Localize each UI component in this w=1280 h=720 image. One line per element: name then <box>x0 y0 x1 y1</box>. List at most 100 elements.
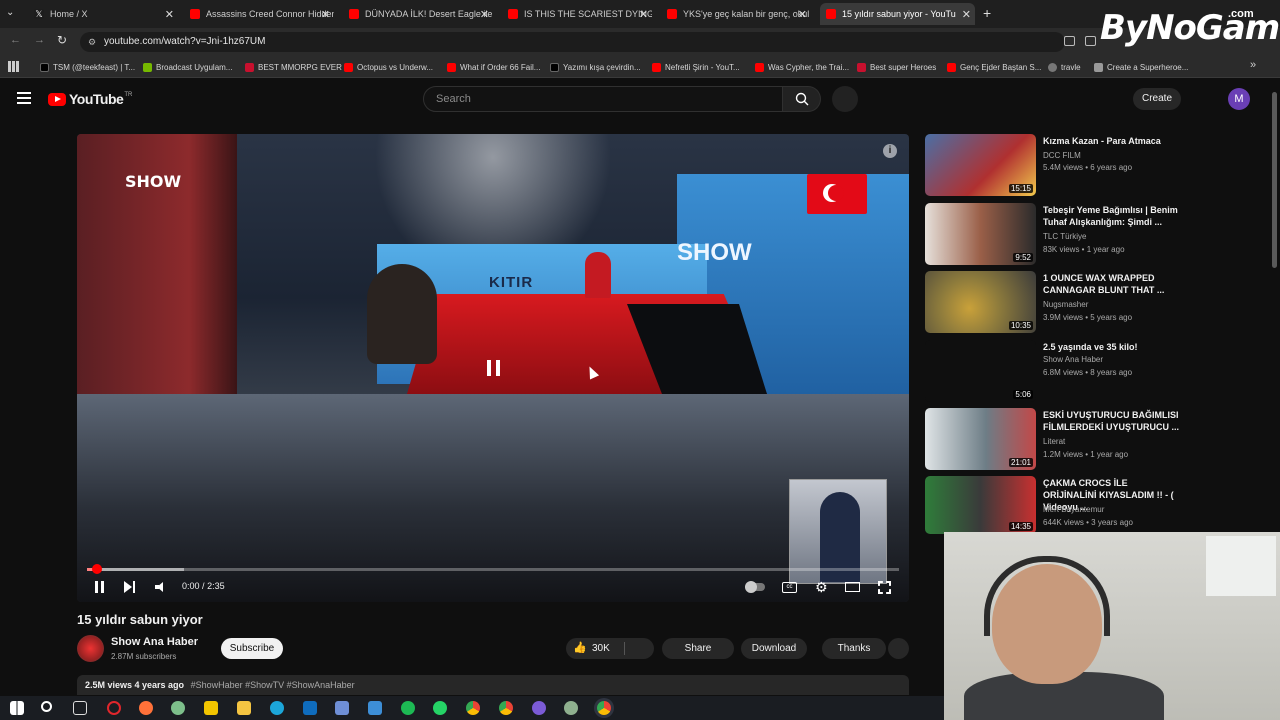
close-icon[interactable]: ✕ <box>639 8 648 21</box>
browser-tab-home-x[interactable]: 𝕏 Home / X ✕ <box>28 3 178 25</box>
close-icon[interactable]: ✕ <box>321 8 330 21</box>
recommendation-item[interactable]: 14:35 ÇAKMA CROCS İLE ORİJİNALİNİ KIYASL… <box>925 476 1185 534</box>
search-input[interactable]: Search <box>423 86 783 112</box>
app-icon[interactable] <box>171 701 185 715</box>
browser-tab-sabun[interactable]: 15 yıldır sabun yiyor - YouTu ✕ <box>820 3 975 25</box>
app-icon[interactable] <box>532 701 546 715</box>
bookmark-item[interactable]: Create a Superheroe... <box>1094 60 1188 74</box>
autoplay-toggle[interactable] <box>745 578 765 596</box>
recommendation-channel[interactable]: TLC Türkiye <box>1043 232 1086 241</box>
create-button[interactable]: Create <box>1133 88 1181 110</box>
search-button[interactable] <box>783 86 821 112</box>
recommendation-channel[interactable]: Mert Bayantemur <box>1043 505 1104 514</box>
bookmark-item[interactable]: Nefretli Şirin - YouT... <box>652 60 740 74</box>
app-icon[interactable] <box>368 701 382 715</box>
windows-start-icon[interactable] <box>10 701 24 715</box>
recommendation-channel[interactable]: DCC FILM <box>1043 151 1081 160</box>
site-info-icon[interactable]: ⚙ <box>88 32 96 52</box>
opera-icon[interactable] <box>107 701 121 715</box>
captions-button[interactable]: cc <box>782 578 797 596</box>
bookmark-item[interactable]: Broadcast Uygulam... <box>143 60 232 74</box>
bookmark-item[interactable]: Was Cypher, the Trai... <box>755 60 849 74</box>
back-icon[interactable]: ← <box>10 34 21 46</box>
subscribe-button[interactable]: Subscribe <box>221 638 283 659</box>
recommendation-title[interactable]: ESKİ UYUŞTURUCU BAĞIMLISI FİLMLERDEKİ UY… <box>1043 409 1183 433</box>
recommendation-item[interactable]: 9:52 Tebeşir Yeme Bağımlısı | Benim Tuha… <box>925 203 1185 267</box>
recommendation-item[interactable]: 15:15 Kızma Kazan - Para Atmaca DCC FILM… <box>925 134 1185 198</box>
theater-mode-button[interactable] <box>845 578 860 596</box>
bookmark-item[interactable]: TSM (@teekfeast) | T... <box>40 60 135 74</box>
voice-search-button[interactable] <box>832 86 858 112</box>
tab-search-icon[interactable]: ⌄ <box>6 7 20 21</box>
spotify-icon[interactable] <box>401 701 415 715</box>
recommendation-channel[interactable]: Literat <box>1043 437 1065 446</box>
recommendation-item[interactable]: 21:01 ESKİ UYUŞTURUCU BAĞIMLISI FİLMLERD… <box>925 408 1185 472</box>
bookmarks-overflow-icon[interactable]: » <box>1250 59 1256 71</box>
youtube-logo[interactable]: YouTube TR <box>48 91 132 107</box>
recommendation-thumbnail[interactable]: 21:01 <box>925 408 1036 470</box>
close-icon[interactable]: ✕ <box>480 8 489 21</box>
channel-name[interactable]: Show Ana Haber <box>111 636 198 648</box>
share-button[interactable]: Share <box>662 638 734 659</box>
recommendation-thumbnail[interactable]: 14:35 <box>925 476 1036 534</box>
store-icon[interactable] <box>204 701 218 715</box>
taskbar-search-icon[interactable] <box>41 701 52 712</box>
info-icon[interactable]: i <box>883 144 897 158</box>
description-tags[interactable]: #ShowHaber #ShowTV #ShowAnaHaber <box>191 680 355 690</box>
bookmark-item[interactable]: travle <box>1048 60 1081 74</box>
dislike-button[interactable] <box>628 638 652 659</box>
page-scrollbar[interactable] <box>1272 92 1277 268</box>
thanks-button[interactable]: Thanks <box>822 638 886 659</box>
browser-tab-assassins[interactable]: Assassins Creed Connor Hidden ✕ <box>184 3 334 25</box>
reload-icon[interactable]: ↻ <box>57 33 67 47</box>
channel-avatar[interactable] <box>77 635 104 662</box>
next-button[interactable] <box>124 578 136 596</box>
whatsapp-icon[interactable] <box>433 701 447 715</box>
pause-button[interactable] <box>95 578 105 596</box>
recommendation-thumbnail[interactable]: 10:35 <box>925 271 1036 333</box>
account-avatar[interactable]: M <box>1228 88 1250 110</box>
outlook-icon[interactable] <box>303 701 317 715</box>
apps-grid-icon[interactable] <box>8 61 19 72</box>
recommendation-channel[interactable]: Nugsmasher <box>1043 300 1088 309</box>
app-icon[interactable] <box>335 701 349 715</box>
recommendation-thumbnail[interactable]: 5:06 <box>925 340 1036 402</box>
recommendation-title[interactable]: Kızma Kazan - Para Atmaca <box>1043 135 1183 147</box>
description-box[interactable]: 2.5M views 4 years ago #ShowHaber #ShowT… <box>77 675 909 695</box>
video-player[interactable]: KITIR SHOW SHOW i 0:00 / 2:35 cc ⚙ <box>77 134 909 602</box>
translate-icon[interactable] <box>1085 36 1096 46</box>
edge-icon[interactable] <box>270 701 284 715</box>
recommendation-thumbnail[interactable]: 9:52 <box>925 203 1036 265</box>
browser-tab-scariest[interactable]: IS THIS THE SCARIEST DYING LI ✕ <box>502 3 652 25</box>
bookmark-item[interactable]: Yazımı kışa çevirdin... <box>550 60 641 74</box>
firefox-icon[interactable] <box>139 701 153 715</box>
download-button[interactable]: Download <box>741 638 807 659</box>
hamburger-menu-icon[interactable] <box>17 92 31 104</box>
recommendation-thumbnail[interactable]: 15:15 <box>925 134 1036 196</box>
recommendation-title[interactable]: Tebeşir Yeme Bağımlısı | Benim Tuhaf Alı… <box>1043 204 1183 228</box>
close-icon[interactable]: ✕ <box>962 8 971 21</box>
url-input[interactable]: ⚙ youtube.com/watch?v=Jni-1hz67UM <box>80 32 1065 52</box>
browser-tab-yks[interactable]: YKS'ye geç kalan bir genç, okul ✕ <box>661 3 811 25</box>
recommendation-item[interactable]: 5:06 2.5 yaşında ve 35 kilo! Show Ana Ha… <box>925 340 1185 404</box>
recommendation-channel[interactable]: Show Ana Haber <box>1043 355 1103 364</box>
settings-button[interactable]: ⚙ <box>815 578 828 596</box>
volume-button[interactable] <box>155 578 167 596</box>
recommendation-item[interactable]: 10:35 1 OUNCE WAX WRAPPED CANNAGAR BLUNT… <box>925 271 1185 335</box>
chrome-icon[interactable] <box>466 701 480 715</box>
cast-icon[interactable] <box>1064 36 1075 46</box>
task-view-icon[interactable] <box>73 701 87 715</box>
bookmark-item[interactable]: Octopus vs Underw... <box>344 60 433 74</box>
forward-icon[interactable]: → <box>34 34 45 46</box>
recommendation-title[interactable]: 1 OUNCE WAX WRAPPED CANNAGAR BLUNT THAT … <box>1043 272 1183 296</box>
close-icon[interactable]: ✕ <box>165 8 174 21</box>
recommendation-title[interactable]: 2.5 yaşında ve 35 kilo! <box>1043 341 1183 353</box>
video-progress-bar[interactable] <box>87 564 899 574</box>
bookmark-item[interactable]: BEST MMORPG EVER <box>245 60 342 74</box>
pause-overlay-icon[interactable] <box>487 360 501 376</box>
progress-scrubber[interactable] <box>91 564 102 574</box>
like-button[interactable]: 👍 30K <box>566 638 620 659</box>
more-actions-button[interactable] <box>888 638 909 659</box>
bookmark-item[interactable]: Genç Ejder Baştan S... <box>947 60 1041 74</box>
new-tab-icon[interactable]: + <box>983 5 991 21</box>
